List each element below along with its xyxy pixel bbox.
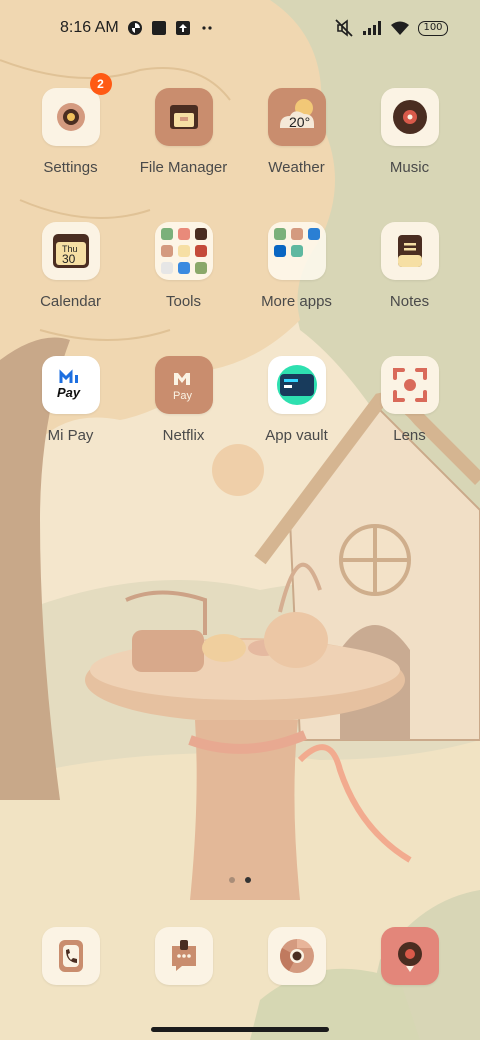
mini-app-icon xyxy=(273,245,286,257)
mute-icon xyxy=(335,19,353,37)
file-manager-icon xyxy=(154,88,213,146)
app-label: Netflix xyxy=(162,427,205,444)
status-bar-left: 8:16 AM xyxy=(60,19,215,37)
app-label: Weather xyxy=(268,159,325,176)
status-bar-right: 100 xyxy=(334,19,448,37)
status-time: 8:16 AM xyxy=(60,19,119,36)
app-label: More apps xyxy=(261,293,332,310)
upload-icon xyxy=(175,21,190,35)
app-grid: 2 Settings File Manager 20° Weather Musi… xyxy=(0,73,480,490)
app-calendar[interactable]: Thu 30 Calendar xyxy=(14,222,127,356)
mini-app-icon xyxy=(177,262,190,274)
battery-level: 100 xyxy=(423,22,443,33)
mini-app-icon xyxy=(308,262,320,274)
wifi-icon xyxy=(391,21,409,35)
app-row-1: 2 Settings File Manager 20° Weather Musi… xyxy=(0,73,480,222)
netflix-icon: Pay xyxy=(154,356,213,414)
mini-app-icon xyxy=(177,228,190,240)
folder-icon xyxy=(154,222,213,280)
app-weather[interactable]: 20° Weather xyxy=(240,88,353,222)
calendar-icon: Thu 30 xyxy=(41,222,100,280)
app-file-manager[interactable]: File Manager xyxy=(127,88,240,222)
mini-app-icon xyxy=(308,245,320,257)
settings-icon: 2 xyxy=(41,73,112,146)
folder-icon xyxy=(267,222,326,280)
mini-app-icon xyxy=(160,228,173,240)
app-label: Tools xyxy=(165,293,202,310)
dock-app-camera[interactable] xyxy=(353,927,466,985)
page-dot-active[interactable] xyxy=(245,877,251,883)
dock-app-phone[interactable] xyxy=(14,927,127,985)
sync-icon xyxy=(127,21,142,35)
weather-icon: 20° xyxy=(267,88,326,146)
home-indicator-bar[interactable] xyxy=(151,1027,329,1032)
app-lens[interactable]: Lens xyxy=(353,356,466,490)
camera-icon xyxy=(380,927,439,985)
app-label: Mi Pay xyxy=(47,427,94,444)
chrome-icon xyxy=(267,927,326,985)
status-bar: 8:16 AM 100 xyxy=(0,0,480,56)
dock-app-chrome[interactable] xyxy=(240,927,353,985)
messages-icon xyxy=(154,927,213,985)
page-dot[interactable] xyxy=(229,877,235,883)
app-music[interactable]: Music xyxy=(353,88,466,222)
netflix-text: Pay xyxy=(173,390,192,402)
calendar-date: 30 xyxy=(62,252,76,266)
app-row-2: Thu 30 Calendar Tools More apps Notes xyxy=(0,222,480,356)
more-dots-icon xyxy=(202,26,212,30)
app-mi-pay[interactable]: Pay Mi Pay xyxy=(14,356,127,490)
mini-app-icon xyxy=(194,262,207,274)
mini-app-icon xyxy=(290,245,303,257)
app-label: Lens xyxy=(393,427,426,444)
app-label: Notes xyxy=(389,293,430,310)
app-vault-icon xyxy=(267,356,326,414)
mi-pay-icon: Pay xyxy=(41,356,100,414)
app-notes[interactable]: Notes xyxy=(353,222,466,356)
mini-app-icon xyxy=(274,262,286,274)
app-app-vault[interactable]: App vault xyxy=(240,356,353,490)
app-netflix[interactable]: Pay Netflix xyxy=(127,356,240,490)
battery-icon: 100 xyxy=(418,20,448,36)
dock-app-messages[interactable] xyxy=(127,927,240,985)
app-label: File Manager xyxy=(139,159,228,176)
notification-badge: 2 xyxy=(89,73,112,95)
app-label: App vault xyxy=(265,427,328,444)
mi-pay-text: Pay xyxy=(57,385,81,400)
app-label: Calendar xyxy=(40,293,101,310)
app-settings[interactable]: 2 Settings xyxy=(14,73,127,222)
app-row-3: Pay Mi Pay Pay Netflix App vault Lens xyxy=(0,356,480,490)
signal-icon xyxy=(363,21,381,35)
weather-temp: 20° xyxy=(289,114,310,130)
square-notification-icon xyxy=(151,21,166,35)
mini-app-icon xyxy=(177,245,190,257)
app-label: Settings xyxy=(43,159,98,176)
lens-icon xyxy=(380,356,439,414)
mini-app-icon xyxy=(273,228,286,240)
app-label: Music xyxy=(389,159,430,176)
mini-app-icon xyxy=(194,245,207,257)
dock xyxy=(0,927,480,985)
mini-app-icon xyxy=(194,228,207,240)
music-icon xyxy=(380,88,439,146)
app-folder-more-apps[interactable]: More apps xyxy=(240,222,353,356)
page-indicator xyxy=(0,877,480,883)
mini-app-icon xyxy=(307,228,320,240)
app-folder-tools[interactable]: Tools xyxy=(127,222,240,356)
mini-app-icon xyxy=(291,262,303,274)
mini-app-icon xyxy=(290,228,303,240)
notes-icon xyxy=(380,222,439,280)
mini-app-icon xyxy=(160,245,173,257)
mini-app-icon xyxy=(160,262,173,274)
phone-icon xyxy=(41,927,100,985)
